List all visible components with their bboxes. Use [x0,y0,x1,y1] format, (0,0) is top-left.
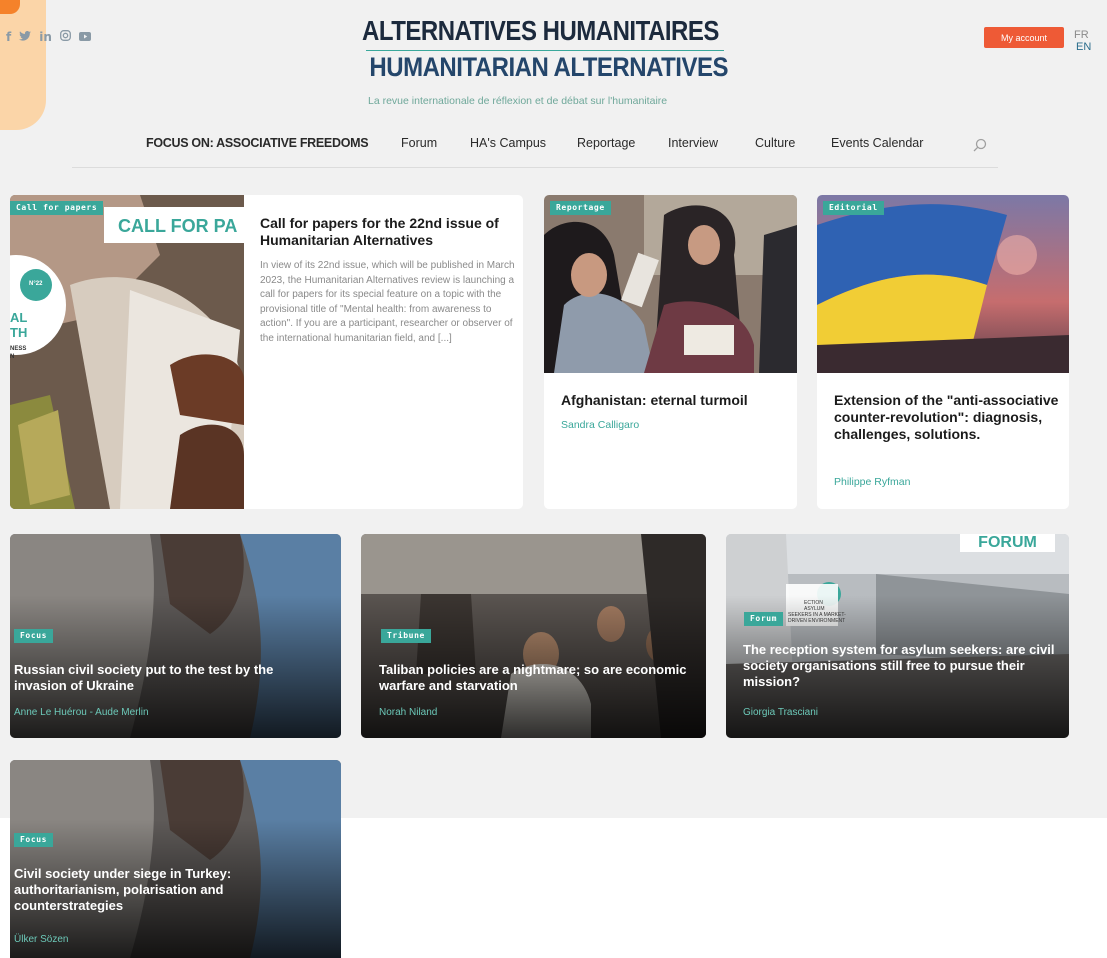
article-title[interactable]: Extension of the "anti-associative count… [834,392,1059,443]
article-image [10,760,341,958]
logo-title-fr: ALTERNATIVES HUMANITAIRES [362,16,719,48]
call-banner-text: CALL FOR PA [118,216,238,236]
article-tag[interactable]: Reportage [550,201,611,215]
facebook-icon[interactable]: f [6,30,11,44]
article-image [544,195,797,373]
article-card[interactable]: Reportage Afghanistan: eternal turmoil S… [544,195,797,509]
cover-line-1: AL [10,310,28,325]
linkedin-icon[interactable]: in [39,30,52,44]
article-tag[interactable]: Focus [14,833,54,847]
cover-line-3: NESS [10,346,27,352]
article-tag[interactable]: Editorial [823,201,884,215]
article-title[interactable]: Afghanistan: eternal turmoil [561,392,786,409]
nav-item-forum[interactable]: Forum [401,136,437,150]
site-logo[interactable]: ALTERNATIVES HUMANITAIRES HUMANITARIAN A… [362,16,729,83]
article-author[interactable]: Giorgia Trasciani [743,707,818,718]
search-icon[interactable] [973,138,987,152]
article-tag[interactable]: Forum [744,612,784,626]
article-author[interactable]: Philippe Ryfman [834,476,910,488]
nav-item-events[interactable]: Events Calendar [831,136,923,150]
article-card[interactable]: Tribune Taliban policies are a nightmare… [361,534,706,738]
featured-article-card[interactable]: CALL FOR PA N°22 AL TH NESS N Call for p… [10,195,523,509]
logo-divider [366,50,724,51]
forum-banner: FORUM [960,534,1055,552]
article-title[interactable]: The reception system for asylum seekers:… [743,642,1063,690]
nav-divider [72,167,998,168]
featured-article-title[interactable]: Call for papers for the 22nd issue of Hu… [260,215,515,249]
nav-item-culture[interactable]: Culture [755,136,795,150]
article-title[interactable]: Russian civil society put to the test by… [14,662,324,694]
featured-article-image: CALL FOR PA N°22 AL TH NESS N [10,195,244,509]
featured-article-tag[interactable]: Call for papers [10,201,104,215]
main-nav: FOCUS ON: ASSOCIATIVE FREEDOMS Forum HA'… [0,136,1107,156]
article-tag[interactable]: Focus [14,629,54,643]
article-image [817,195,1069,373]
article-author[interactable]: Ülker Sözen [14,934,68,945]
instagram-icon[interactable] [59,30,71,44]
article-card[interactable]: Focus Civil society under siege in Turke… [10,760,341,958]
featured-article-excerpt: In view of its 22nd issue, which will be… [260,260,515,344]
language-switcher: FR EN [1074,29,1107,53]
article-title[interactable]: Civil society under siege in Turkey: aut… [14,866,304,914]
article-author[interactable]: Anne Le Huérou - Aude Merlin [14,707,149,718]
cover-line-4: N [10,354,15,360]
poster-line-4: DRIVEN ENVIRONMENT [788,618,846,624]
social-links: f in [6,30,91,44]
side-panel-tab-dot [0,0,20,14]
article-title[interactable]: Taliban policies are a nightmare; so are… [379,662,699,694]
issue-badge: N°22 [29,281,43,287]
side-panel-tab[interactable] [0,0,46,130]
article-card[interactable]: FORUM ECTION ASYLUM SEEKERS IN A MARKET-… [726,534,1069,738]
article-card[interactable]: Focus Russian civil society put to the t… [10,534,341,738]
nav-item-interview[interactable]: Interview [668,136,718,150]
cover-line-2: TH [10,325,28,340]
youtube-icon[interactable] [78,30,91,44]
article-author[interactable]: Sandra Calligaro [561,419,639,431]
site-tagline: La revue internationale de réflexion et … [368,95,668,107]
nav-item-focus[interactable]: FOCUS ON: ASSOCIATIVE FREEDOMS [146,136,369,150]
article-tag[interactable]: Tribune [381,629,431,643]
lang-en-link[interactable]: EN [1076,41,1091,53]
nav-item-reportage[interactable]: Reportage [577,136,635,150]
nav-item-campus[interactable]: HA's Campus [470,136,546,150]
article-card[interactable]: Editorial Extension of the "anti-associa… [817,195,1069,509]
twitter-icon[interactable] [19,30,32,44]
logo-title-en: HUMANITARIAN ALTERNATIVES [369,53,728,83]
lang-fr-link[interactable]: FR [1074,29,1089,41]
my-account-button[interactable]: My account [984,27,1064,48]
article-author[interactable]: Norah Niland [379,707,437,718]
